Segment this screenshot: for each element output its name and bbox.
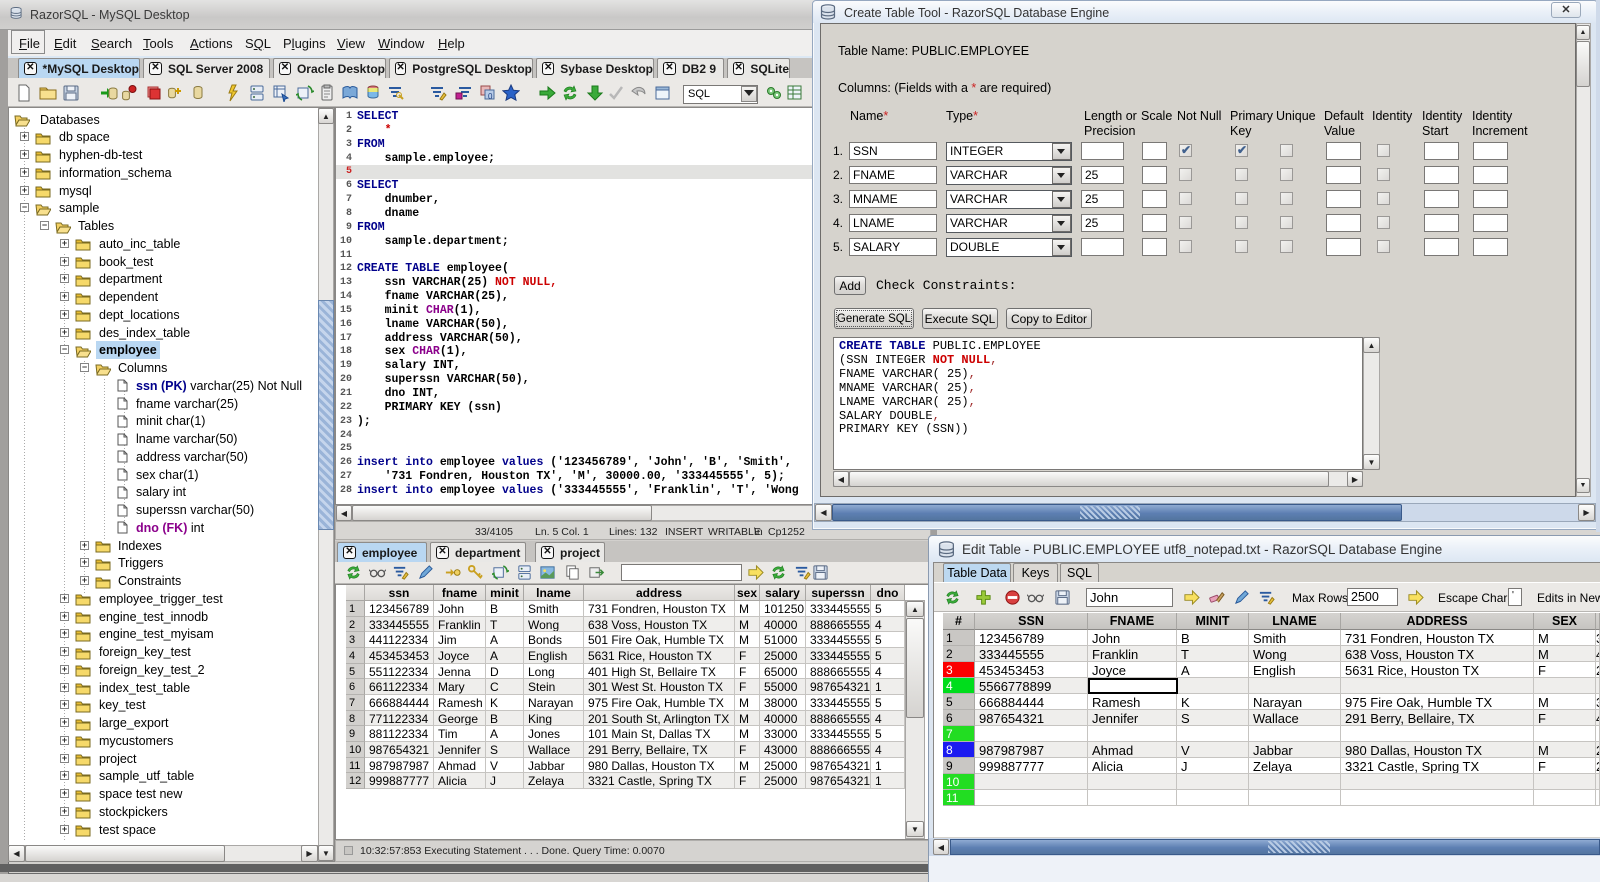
- svg-text:0: 0: [488, 92, 493, 101]
